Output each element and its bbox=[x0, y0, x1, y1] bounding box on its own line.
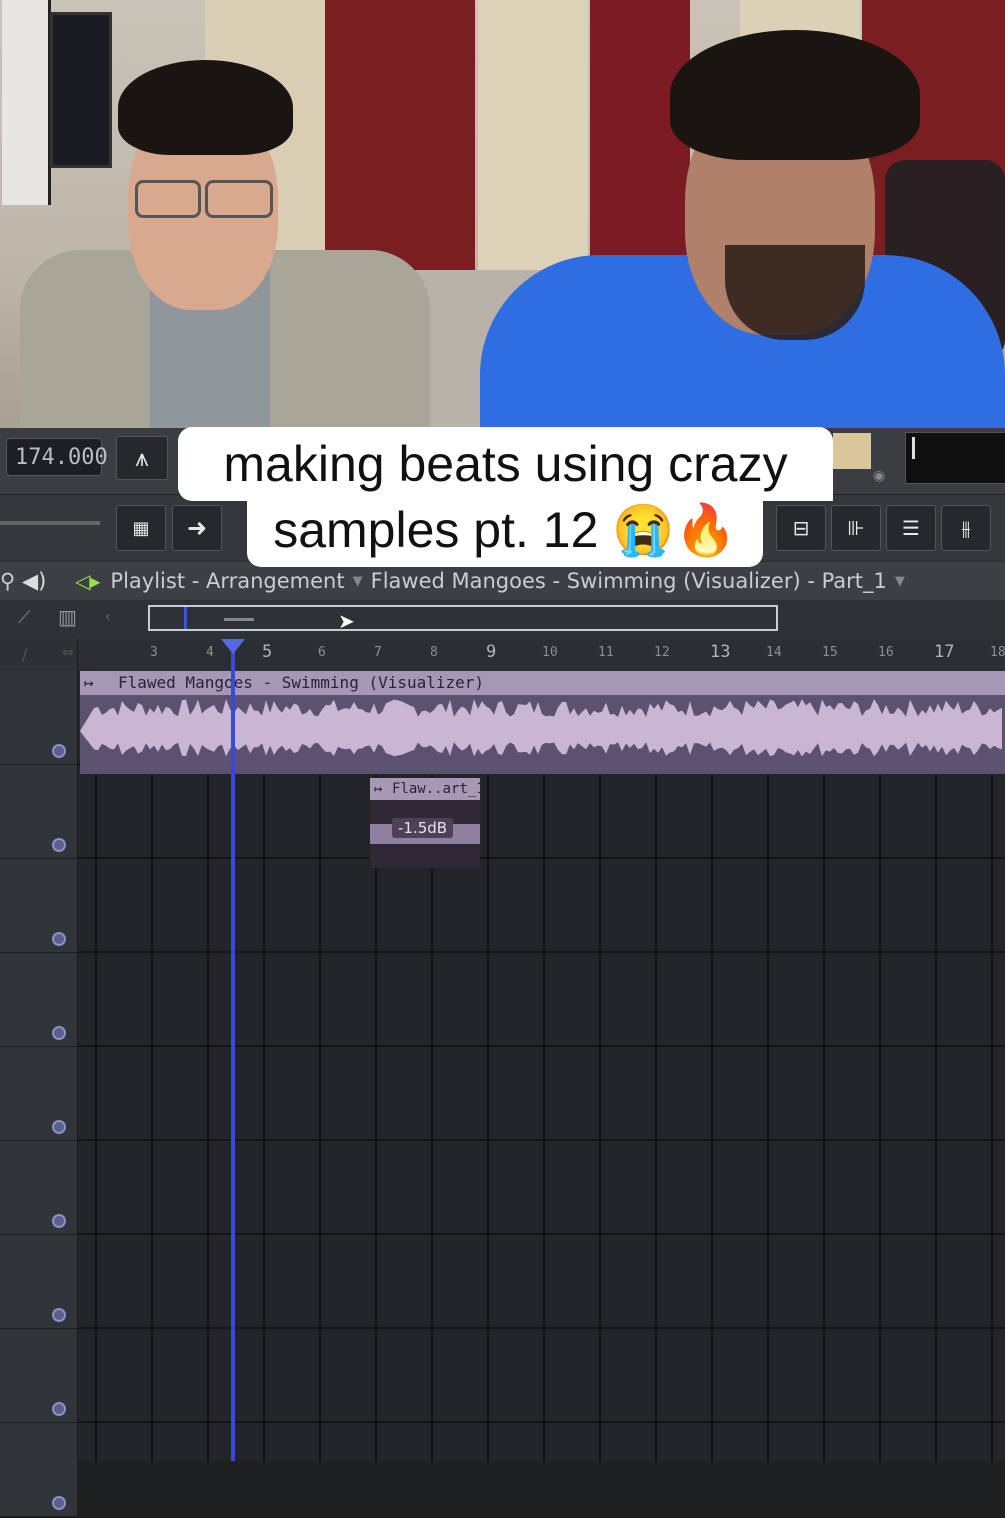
ruler-label: 8 bbox=[430, 645, 438, 660]
track-headers: ∕ ⇔ bbox=[0, 639, 78, 1518]
search-icon[interactable]: ⚲ bbox=[0, 569, 15, 593]
ruler-label: 3 bbox=[150, 645, 158, 660]
piano-icon[interactable]: ▥ bbox=[58, 605, 77, 629]
caption-line-1: making beats using crazy bbox=[178, 427, 833, 501]
clip-header[interactable]: ↦ Flaw..art_1 bbox=[370, 778, 485, 800]
caption-line-2: samples pt. 12 😭🔥 bbox=[247, 497, 763, 567]
metronome-button[interactable]: ⩚ bbox=[116, 436, 168, 480]
track-mute-icon[interactable] bbox=[52, 1214, 66, 1228]
track-header[interactable] bbox=[0, 1047, 77, 1142]
level-meter-icon bbox=[833, 433, 871, 469]
playlist-titlebar: ⚲ ◀) ◁▸ Playlist - Arrangement ▼ Flawed … bbox=[0, 562, 1005, 600]
audio-clip-small[interactable]: ↦ Flaw..art_1 -1.5dB bbox=[370, 778, 485, 868]
arrow-right-icon[interactable]: ➜ bbox=[172, 505, 222, 551]
ruler-label: 14 bbox=[766, 645, 782, 660]
person-right bbox=[480, 30, 1005, 428]
audio-clip-main[interactable]: ↦ Flawed Mangoes - Swimming (Visualizer) bbox=[80, 671, 1005, 774]
track-mute-icon[interactable] bbox=[52, 932, 66, 946]
piano-roll-icon[interactable]: ▦ bbox=[116, 505, 166, 551]
tempo-display[interactable]: 174.000 bbox=[6, 438, 108, 476]
ruler-label: 4 bbox=[206, 645, 214, 660]
playhead[interactable] bbox=[231, 641, 235, 1461]
track-header[interactable] bbox=[0, 1141, 77, 1236]
mouse-cursor-icon: ➤ bbox=[338, 609, 355, 633]
ruler-label: 18 bbox=[990, 645, 1005, 660]
webcam-feed bbox=[0, 0, 1005, 428]
ruler-label: 13 bbox=[710, 642, 731, 662]
arrangement-grid[interactable] bbox=[78, 671, 1005, 1461]
ruler-label: 17 bbox=[934, 642, 955, 662]
track-header[interactable] bbox=[0, 1423, 77, 1518]
track-mute-icon[interactable] bbox=[52, 1120, 66, 1134]
playhead-marker bbox=[184, 607, 187, 629]
person-left bbox=[0, 60, 430, 428]
track-mute-icon[interactable] bbox=[52, 838, 66, 852]
track-mute-icon[interactable] bbox=[52, 1308, 66, 1322]
track-mute-icon[interactable] bbox=[52, 1026, 66, 1040]
chevron-down-icon[interactable]: ▼ bbox=[895, 574, 905, 589]
playhead-handle[interactable] bbox=[221, 639, 245, 654]
ruler-label: 11 bbox=[598, 645, 614, 660]
track-mute-icon[interactable] bbox=[52, 1402, 66, 1416]
curve-tool-icon[interactable]: ⟋ bbox=[18, 607, 31, 628]
clip-arrow-icon: ↦ bbox=[84, 673, 94, 692]
ruler-label: 10 bbox=[542, 645, 558, 660]
speaker-icon[interactable]: ◁▸ bbox=[75, 569, 100, 593]
timeline-scrollbar[interactable] bbox=[148, 605, 778, 631]
pencil-icon[interactable]: ∕ bbox=[22, 645, 27, 664]
channel-rack-icon[interactable]: ☰ bbox=[886, 505, 936, 551]
link-icon[interactable]: ⇔ bbox=[62, 645, 74, 661]
scroll-left-icon[interactable]: ‹ bbox=[105, 609, 111, 625]
clip-gain-label: -1.5dB bbox=[392, 818, 454, 838]
clip-arrow-icon: ↦ bbox=[374, 781, 383, 797]
track-header[interactable] bbox=[0, 953, 77, 1048]
pattern-title: Flawed Mangoes - Swimming (Visualizer) -… bbox=[370, 569, 887, 593]
ruler-label: 7 bbox=[374, 645, 382, 660]
ruler-label: 12 bbox=[654, 645, 670, 660]
waveform bbox=[80, 699, 1002, 757]
track-mute-icon[interactable] bbox=[52, 1496, 66, 1510]
mixer-icon[interactable]: ⫵ bbox=[941, 505, 991, 551]
playlist-icon[interactable]: ⊟ bbox=[776, 505, 826, 551]
ruler-label: 16 bbox=[878, 645, 894, 660]
step-sequencer-icon[interactable]: ⊪ bbox=[831, 505, 881, 551]
chevron-down-icon[interactable]: ▼ bbox=[353, 574, 363, 589]
waveform-monitor bbox=[905, 432, 1005, 484]
settings-icon[interactable]: ◉ bbox=[873, 468, 885, 484]
track-header[interactable] bbox=[0, 1235, 77, 1330]
track-header[interactable] bbox=[0, 671, 77, 766]
ruler-label: 5 bbox=[262, 642, 273, 662]
track-header[interactable] bbox=[0, 765, 77, 860]
track-mute-icon[interactable] bbox=[52, 744, 66, 758]
clip-header[interactable]: ↦ Flawed Mangoes - Swimming (Visualizer) bbox=[80, 671, 1005, 695]
daw-window: 174.000 ⩚ ◉ ▦ ➜ ⊟ ⊪ ☰ ⫵ ⚲ ◀) ◁▸ Playlist… bbox=[0, 428, 1005, 1518]
track-header[interactable] bbox=[0, 1329, 77, 1424]
scrollbar-thumb[interactable] bbox=[224, 618, 254, 621]
ruler-label: 15 bbox=[822, 645, 838, 660]
clip-name: Flaw..art_1 bbox=[392, 781, 485, 797]
clip-name: Flawed Mangoes - Swimming (Visualizer) bbox=[118, 673, 485, 692]
playlist-title: Playlist - Arrangement bbox=[110, 569, 345, 593]
track-header[interactable] bbox=[0, 859, 77, 954]
ruler-label: 6 bbox=[318, 645, 326, 660]
position-slider[interactable] bbox=[0, 521, 100, 525]
navigation-bar: ⟋ ▥ ‹ ➤ bbox=[0, 601, 1005, 639]
audio-icon[interactable]: ◀) bbox=[22, 569, 46, 593]
ruler-label: 9 bbox=[486, 642, 497, 662]
